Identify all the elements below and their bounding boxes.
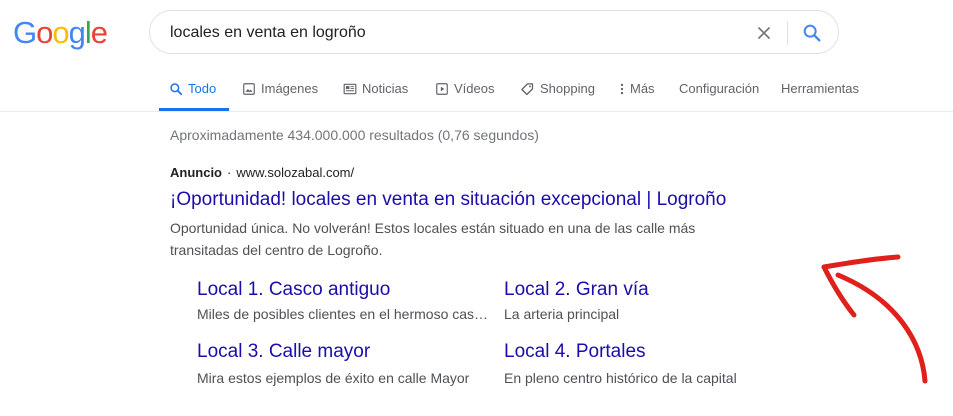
tab-label: Más	[630, 81, 655, 96]
tab-todo[interactable]: Todo	[169, 72, 216, 112]
sitelink-2-description: La arteria principal	[504, 306, 620, 322]
sitelink-4-description: En pleno centro histórico de la capital	[504, 370, 737, 386]
logo-letter-g1: G	[13, 15, 37, 50]
ad-separator: ·	[227, 165, 232, 180]
logo-letter-o1: o	[36, 15, 53, 50]
tab-mas[interactable]: Más	[619, 72, 655, 112]
tab-configuracion[interactable]: Configuración	[679, 72, 759, 112]
sitelink-1-description: Miles de posibles clientes en el hermoso…	[197, 306, 493, 322]
annotation-arrow-icon	[821, 254, 928, 384]
sitelink-3-title[interactable]: Local 3. Calle mayor	[197, 340, 370, 364]
google-logo[interactable]: Google	[13, 15, 108, 51]
search-input[interactable]: locales en venta en logroño	[170, 23, 366, 43]
sitelink-2-title[interactable]: Local 2. Gran vía	[504, 278, 649, 302]
sitelink-1-title[interactable]: Local 1. Casco antiguo	[197, 278, 390, 302]
search-divider	[787, 21, 788, 45]
sitelink-4-title[interactable]: Local 4. Portales	[504, 340, 646, 364]
tab-label: Herramientas	[781, 81, 860, 96]
tab-imagenes[interactable]: Imágenes	[242, 72, 318, 112]
results-stats: Aproximadamente 434.000.000 resultados (…	[170, 127, 539, 143]
image-icon	[243, 83, 255, 95]
search-box[interactable]: locales en venta en logroño	[149, 10, 839, 54]
tab-shopping[interactable]: Shopping	[520, 72, 595, 112]
more-vert-icon	[620, 83, 624, 95]
tag-icon	[521, 83, 534, 96]
ad-title-link[interactable]: ¡Oportunidad! locales en venta en situac…	[170, 188, 726, 212]
ad-header: Anuncio · www.solozabal.com/	[170, 164, 354, 182]
ad-description: Oportunidad única. No volverán! Estos lo…	[170, 220, 696, 258]
tab-label: Todo	[188, 81, 217, 96]
search-icon[interactable]	[801, 22, 823, 44]
news-icon	[343, 83, 357, 95]
tab-label: Vídeos	[454, 81, 495, 96]
tab-label: Noticias	[362, 81, 409, 96]
tab-videos[interactable]: Vídeos	[435, 72, 494, 112]
search-tabs: Todo Imágenes Noticias Vídeos Shopping M…	[0, 72, 953, 112]
tab-herramientas[interactable]: Herramientas	[781, 72, 859, 112]
search-icon	[170, 83, 183, 96]
ad-url[interactable]: www.solozabal.com/	[236, 165, 354, 180]
tab-label: Configuración	[679, 81, 760, 96]
play-icon	[436, 83, 448, 95]
logo-letter-o2: o	[52, 15, 69, 50]
tab-noticias[interactable]: Noticias	[343, 72, 408, 112]
close-icon[interactable]	[754, 23, 774, 43]
logo-letter-e: e	[90, 15, 108, 50]
logo-letter-g2: g	[68, 15, 86, 50]
tab-label: Shopping	[540, 81, 595, 96]
header-divider	[0, 111, 953, 112]
sitelink-3-description: Mira estos ejemplos de éxito en calle Ma…	[197, 370, 470, 386]
ad-label: Anuncio	[170, 165, 222, 180]
tab-label: Imágenes	[261, 81, 319, 96]
